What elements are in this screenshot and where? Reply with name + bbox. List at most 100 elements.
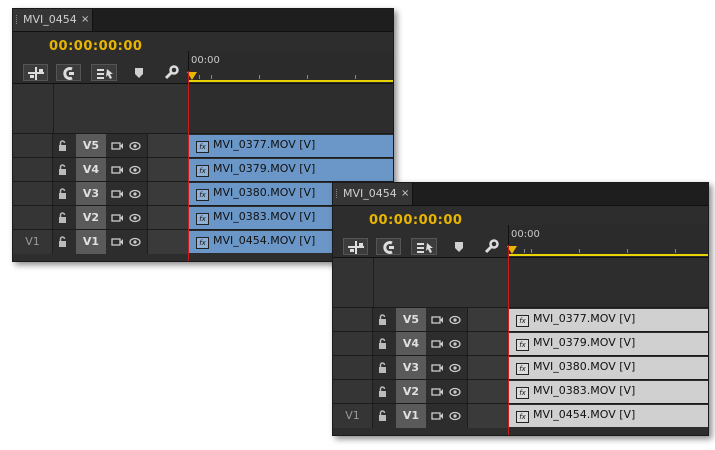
- toggle-output-icon[interactable]: [111, 213, 124, 223]
- lock-icon[interactable]: [378, 362, 387, 373]
- track-name[interactable]: V1: [396, 404, 426, 428]
- fx-badge-icon: fx: [516, 411, 529, 423]
- track-row-v1: V1 V1 fx MVI_0454.MOV [V]: [333, 403, 708, 428]
- clip-label: MVI_0383.MOV [V]: [533, 384, 636, 397]
- track-name[interactable]: V3: [396, 356, 426, 380]
- clip-label: MVI_0377.MOV [V]: [533, 312, 636, 325]
- lock-icon[interactable]: [58, 236, 67, 247]
- clip[interactable]: fx MVI_0377.MOV [V]: [508, 309, 708, 331]
- eye-icon[interactable]: [129, 213, 141, 223]
- clip-label: MVI_0454.MOV [V]: [213, 234, 316, 247]
- sequence-tab[interactable]: MVI_0454 ×: [333, 183, 413, 205]
- tab-grip-icon[interactable]: [336, 189, 340, 198]
- track-row-v5: V5 fx MVI_0377.MOV [V]: [333, 307, 708, 332]
- linked-selection-icon: [383, 241, 394, 254]
- clip[interactable]: fx MVI_0454.MOV [V]: [508, 405, 708, 427]
- track-name[interactable]: V4: [396, 332, 426, 356]
- lock-icon[interactable]: [58, 188, 67, 199]
- toggle-output-icon[interactable]: [431, 339, 444, 349]
- toggle-output-icon[interactable]: [431, 315, 444, 325]
- fx-badge-icon: fx: [196, 189, 209, 201]
- eye-icon[interactable]: [129, 165, 141, 175]
- track-name[interactable]: V5: [396, 308, 426, 332]
- snap-icon: [348, 241, 364, 254]
- toggle-output-icon[interactable]: [111, 189, 124, 199]
- source-patch-empty[interactable]: [333, 380, 373, 404]
- snap-button[interactable]: [343, 238, 368, 255]
- marker-icon[interactable]: [454, 241, 464, 253]
- toggle-output-icon[interactable]: [111, 165, 124, 175]
- track-name[interactable]: V2: [76, 206, 106, 230]
- lock-icon[interactable]: [378, 410, 387, 421]
- toggle-output-icon[interactable]: [111, 237, 124, 247]
- track-meter-area: [147, 230, 188, 254]
- clip[interactable]: fx MVI_0377.MOV [V]: [188, 135, 393, 157]
- lock-icon[interactable]: [58, 164, 67, 175]
- toggle-output-icon[interactable]: [431, 411, 444, 421]
- eye-icon[interactable]: [449, 339, 461, 349]
- eye-icon[interactable]: [449, 363, 461, 373]
- clip[interactable]: fx MVI_0379.MOV [V]: [508, 333, 708, 355]
- toggle-output-icon[interactable]: [111, 141, 124, 151]
- track-name[interactable]: V3: [76, 182, 106, 206]
- time-ruler[interactable]: 00:00: [507, 225, 708, 257]
- track-name[interactable]: V5: [76, 134, 106, 158]
- eye-icon[interactable]: [129, 141, 141, 151]
- marker-icon[interactable]: [134, 67, 144, 79]
- ruler-start-label: 00:00: [191, 55, 220, 66]
- clip[interactable]: fx MVI_0379.MOV [V]: [188, 159, 393, 181]
- eye-icon[interactable]: [129, 237, 141, 247]
- playhead-timecode[interactable]: 00:00:00:00: [369, 213, 462, 228]
- source-patch-empty[interactable]: [13, 182, 53, 206]
- source-patch-empty[interactable]: [13, 158, 53, 182]
- toggle-output-icon[interactable]: [431, 363, 444, 373]
- tab-close-button[interactable]: ×: [81, 9, 89, 31]
- fx-badge-icon: fx: [516, 363, 529, 375]
- wrench-icon[interactable]: [163, 65, 179, 81]
- source-patch-empty[interactable]: [13, 134, 53, 158]
- eye-icon[interactable]: [129, 189, 141, 199]
- track-meter-area: [147, 134, 188, 158]
- linked-selection-button[interactable]: [376, 238, 401, 255]
- eye-icon[interactable]: [449, 411, 461, 421]
- time-ruler[interactable]: 00:00: [187, 51, 393, 83]
- work-area-bar[interactable]: [189, 80, 393, 82]
- sequence-tab[interactable]: MVI_0454 ×: [13, 9, 93, 31]
- track-row-v5: V5 fx MVI_0377.MOV [V]: [13, 133, 393, 158]
- timeline-empty-area[interactable]: [508, 257, 708, 308]
- tab-grip-icon[interactable]: [16, 15, 20, 24]
- source-patch-v1[interactable]: V1: [333, 404, 373, 428]
- work-area-bar[interactable]: [509, 254, 708, 256]
- playhead-line[interactable]: [188, 71, 189, 261]
- lock-icon[interactable]: [58, 212, 67, 223]
- track-name[interactable]: V4: [76, 158, 106, 182]
- track-meter-area: [467, 356, 508, 380]
- linked-selection-button[interactable]: [56, 64, 81, 81]
- track-name[interactable]: V2: [396, 380, 426, 404]
- tab-close-button[interactable]: ×: [401, 183, 409, 205]
- toggle-output-icon[interactable]: [431, 387, 444, 397]
- eye-icon[interactable]: [449, 315, 461, 325]
- source-patch-empty[interactable]: [333, 356, 373, 380]
- clip[interactable]: fx MVI_0383.MOV [V]: [508, 381, 708, 403]
- track-name[interactable]: V1: [76, 230, 106, 254]
- lock-icon[interactable]: [378, 386, 387, 397]
- snap-button[interactable]: [23, 64, 48, 81]
- add-marker-button[interactable]: [411, 238, 437, 255]
- source-patch-v1[interactable]: V1: [13, 230, 53, 254]
- timeline-empty-area[interactable]: [188, 83, 393, 134]
- source-patch-empty[interactable]: [333, 332, 373, 356]
- clip[interactable]: fx MVI_0380.MOV [V]: [508, 357, 708, 379]
- source-patch-empty[interactable]: [13, 206, 53, 230]
- eye-icon[interactable]: [449, 387, 461, 397]
- wrench-icon[interactable]: [483, 239, 499, 255]
- lock-icon[interactable]: [378, 338, 387, 349]
- lock-icon[interactable]: [58, 140, 67, 151]
- playhead-line[interactable]: [508, 245, 509, 435]
- playhead-timecode[interactable]: 00:00:00:00: [49, 39, 142, 54]
- lock-icon[interactable]: [378, 314, 387, 325]
- fx-badge-icon: fx: [196, 141, 209, 153]
- fx-badge-icon: fx: [196, 237, 209, 249]
- source-patch-empty[interactable]: [333, 308, 373, 332]
- add-marker-button[interactable]: [91, 64, 117, 81]
